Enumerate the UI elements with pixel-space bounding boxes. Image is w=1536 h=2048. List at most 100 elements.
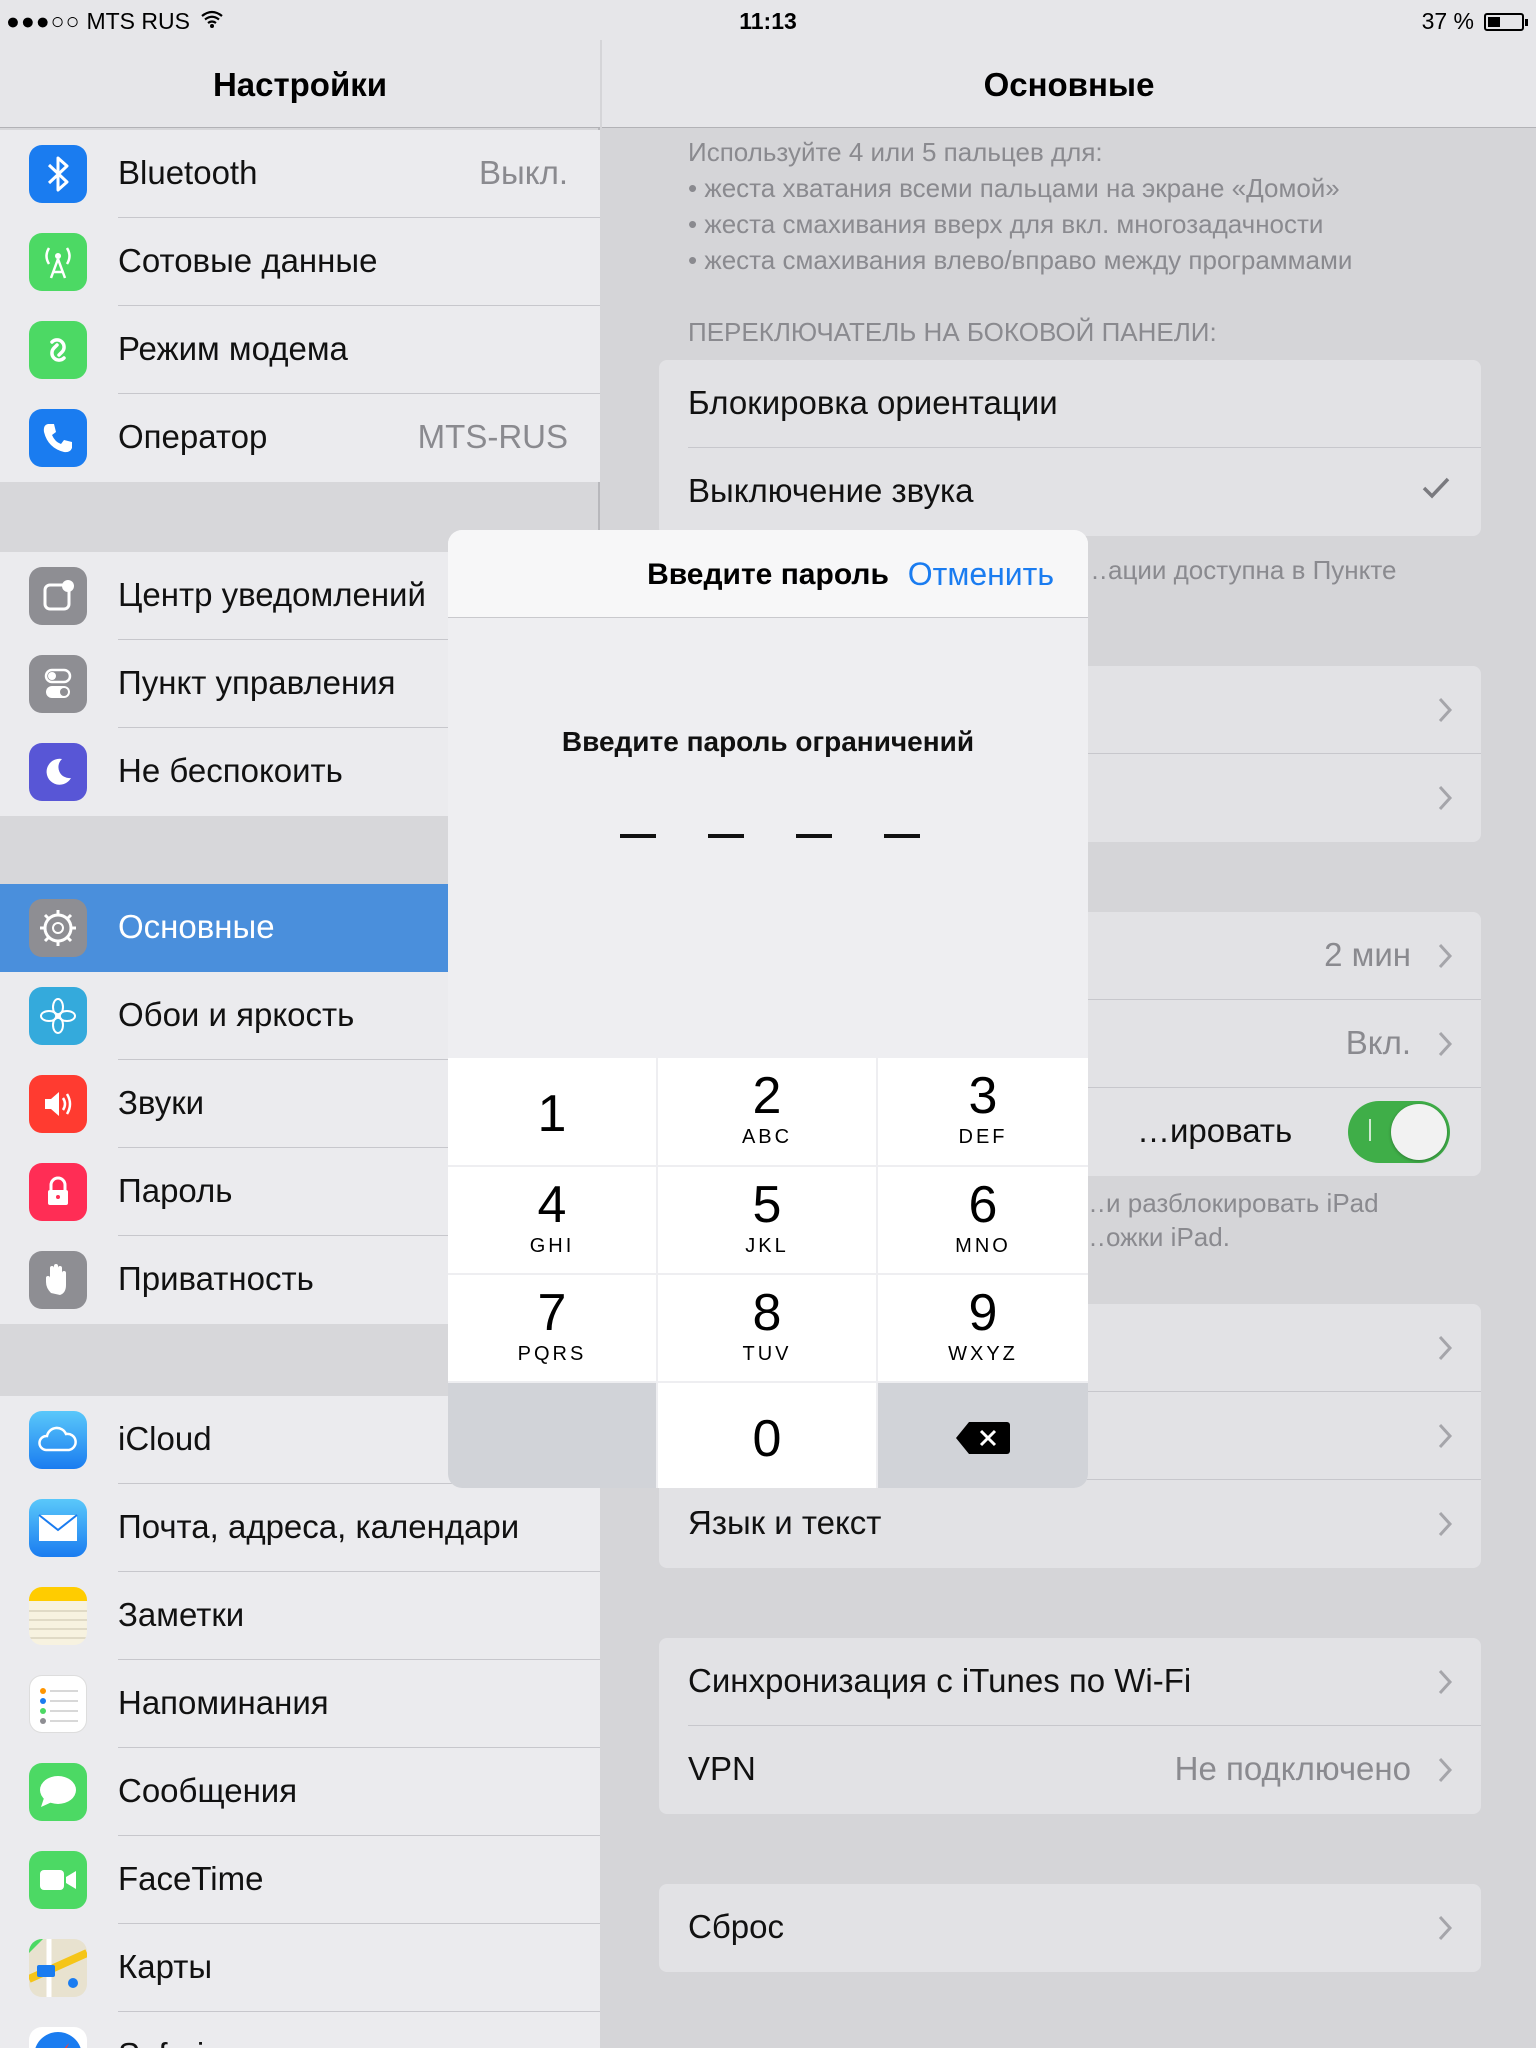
key-digit: 5: [752, 1176, 782, 1234]
gear-icon: [29, 899, 87, 957]
sidebar-item-label: iCloud: [118, 1420, 212, 1457]
battery-percent: 37 %: [1421, 8, 1474, 34]
option-mute[interactable]: Выключение звука: [659, 448, 1481, 536]
status-right: 37 %: [1421, 8, 1528, 35]
sidebar-item-label: Bluetooth: [118, 154, 258, 191]
reset-card: Сброс: [659, 1884, 1481, 1972]
vpn-row[interactable]: VPN Не подключено: [659, 1726, 1481, 1814]
sidebar-item-messages[interactable]: Сообщения: [0, 1748, 600, 1836]
key-letters: GHI: [529, 1235, 575, 1257]
settings-group-connectivity: Bluetooth Выкл. Сотовые данные Режим мод…: [0, 130, 600, 482]
sync-vpn-card: Синхронизация с iTunes по Wi-Fi VPN Не п…: [659, 1638, 1481, 1814]
sidebar-item-cellular[interactable]: Сотовые данные: [0, 218, 600, 306]
key-5[interactable]: 5 JKL: [658, 1167, 876, 1273]
key-letters: PQRS: [517, 1343, 587, 1365]
delete-key[interactable]: [878, 1383, 1088, 1488]
status-time: 11:13: [739, 8, 797, 34]
option-lock-rotation[interactable]: Блокировка ориентации: [659, 360, 1481, 448]
digit-slot: [708, 834, 744, 838]
key-8[interactable]: 8 TUV: [658, 1275, 876, 1381]
passcode-digit-slots: [620, 834, 920, 838]
toggle-knob: [1391, 1104, 1447, 1160]
cellular-icon: [29, 233, 87, 291]
cover-lock-toggle[interactable]: [1348, 1101, 1450, 1163]
key-7[interactable]: 7 PQRS: [448, 1275, 656, 1381]
key-4[interactable]: 4 GHI: [448, 1167, 656, 1273]
chevron-right-icon: [1438, 1511, 1453, 1537]
cancel-button[interactable]: Отменить: [908, 556, 1054, 593]
side-switch-card: Блокировка ориентации Выключение звука: [659, 360, 1481, 536]
sidebar-item-safari[interactable]: Safari: [0, 2012, 600, 2048]
side-switch-header: ПЕРЕКЛЮЧАТЕЛЬ НА БОКОВОЙ ПАНЕЛИ:: [688, 317, 1217, 347]
sidebar-item-facetime[interactable]: FaceTime: [0, 1836, 600, 1924]
language-label: Язык и текст: [688, 1504, 882, 1541]
maps-icon: [29, 1939, 87, 1997]
key-letters: TUV: [742, 1343, 792, 1365]
multitask-info-line: • жеста смахивания вверх для вкл. многоз…: [688, 209, 1324, 239]
sidebar-item-label: Приватность: [118, 1260, 314, 1297]
phone-icon: [29, 409, 87, 467]
vpn-label: VPN: [688, 1750, 756, 1787]
passcode-prompt: Введите пароль ограничений: [561, 726, 975, 757]
sidebar-item-label: Центр уведомлений: [118, 576, 426, 613]
key-letters: MNO: [955, 1235, 1011, 1257]
side-switch-footer: …ации доступна в Пункте: [1082, 555, 1397, 585]
sidebar-item-hotspot[interactable]: Режим модема: [0, 306, 600, 394]
sidebar-item-label: Оператор: [118, 418, 268, 455]
key-blank: [448, 1383, 656, 1488]
key-3[interactable]: 3 DEF: [878, 1058, 1088, 1165]
key-1[interactable]: 1: [448, 1058, 656, 1165]
chevron-right-icon: [1438, 1335, 1453, 1361]
key-letters: JKL: [745, 1235, 789, 1257]
key-digit: 9: [968, 1284, 998, 1342]
key-digit: 6: [968, 1176, 998, 1234]
key-letters: WXYZ: [948, 1343, 1018, 1365]
chevron-right-icon: [1438, 1423, 1453, 1449]
key-2[interactable]: 2 ABC: [658, 1058, 876, 1165]
sidebar-item-bluetooth[interactable]: Bluetooth Выкл.: [0, 130, 600, 218]
sidebar-item-label: Не беспокоить: [118, 752, 343, 789]
toggle-on-mark: [1369, 1119, 1371, 1141]
checkmark-icon: [1422, 477, 1450, 499]
sidebar-item-maps[interactable]: Карты: [0, 1924, 600, 2012]
option-label: Блокировка ориентации: [688, 384, 1058, 421]
sidebar-item-label: Почта, адреса, календари: [118, 1508, 520, 1545]
reset-row[interactable]: Сброс: [659, 1884, 1481, 1972]
sidebar-item-label: Сообщения: [118, 1772, 298, 1809]
sidebar-item-label: Напоминания: [118, 1684, 329, 1721]
battery-icon: [1484, 12, 1528, 31]
chevron-right-icon: [1438, 697, 1453, 723]
sidebar-item-label: Карты: [118, 1948, 213, 1985]
language-row[interactable]: Язык и текст: [659, 1480, 1481, 1568]
key-0[interactable]: 0: [658, 1383, 876, 1488]
itunes-sync-label: Синхронизация с iTunes по Wi-Fi: [688, 1662, 1192, 1699]
vpn-status: Не подключено: [1174, 1750, 1411, 1787]
itunes-sync-row[interactable]: Синхронизация с iTunes по Wi-Fi: [659, 1638, 1481, 1726]
key-digit: 7: [537, 1284, 567, 1342]
detail-navbar: Основные: [602, 40, 1536, 128]
sidebar-title: Настройки: [212, 66, 388, 103]
sidebar-item-notes[interactable]: Заметки: [0, 1572, 600, 1660]
numeric-keypad: 1 2 ABC 3 DEF 4 GHI 5 JKL 6 MNO 7 PQRS 8…: [448, 1058, 1088, 1488]
moon-icon: [29, 743, 87, 801]
sidebar-item-label: Основные: [118, 908, 275, 945]
key-digit: 0: [752, 1410, 782, 1468]
hand-icon: [29, 1251, 87, 1309]
sidebar-item-label: Звуки: [118, 1084, 205, 1121]
key-digit: 3: [968, 1067, 998, 1125]
key-9[interactable]: 9 WXYZ: [878, 1275, 1088, 1381]
cloud-icon: [29, 1411, 87, 1469]
settings-group-apps: iCloud Почта, адреса, календари Заметки …: [0, 1396, 600, 2048]
reset-label: Сброс: [688, 1908, 784, 1945]
control-center-icon: [29, 655, 87, 713]
sidebar-item-mail[interactable]: Почта, адреса, календари: [0, 1484, 600, 1572]
sidebar-item-label: Заметки: [118, 1596, 245, 1633]
key-6[interactable]: 6 MNO: [878, 1167, 1088, 1273]
battery-level-fill: [1488, 16, 1500, 27]
chevron-right-icon: [1438, 1669, 1453, 1695]
multitask-info-line: • жеста смахивания влево/вправо между пр…: [688, 245, 1353, 275]
chevron-right-icon: [1438, 1915, 1453, 1941]
sidebar-item-label: Пункт управления: [118, 664, 396, 701]
sidebar-item-reminders[interactable]: Напоминания: [0, 1660, 600, 1748]
sidebar-item-carrier[interactable]: Оператор MTS-RUS: [0, 394, 600, 482]
